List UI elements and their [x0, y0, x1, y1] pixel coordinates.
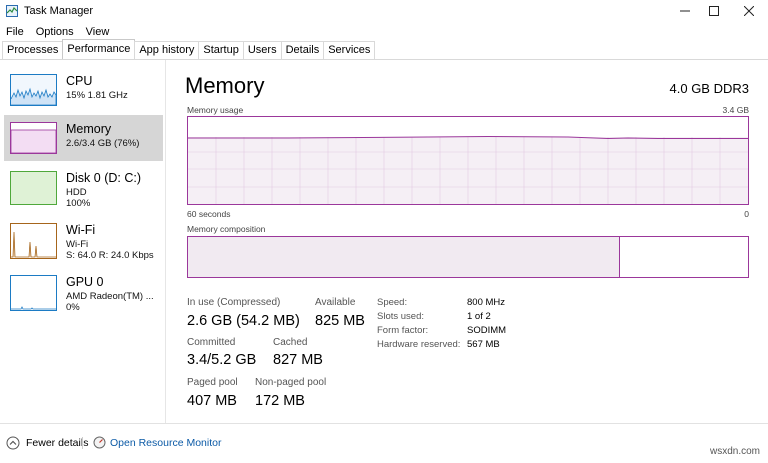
- task-manager-app-icon: [6, 5, 18, 17]
- sidebar-item-disk[interactable]: Disk 0 (D: C:) HDD 100%: [4, 167, 163, 213]
- sidebar-title: GPU 0: [66, 275, 104, 289]
- sidebar-item-gpu[interactable]: GPU 0 AMD Radeon(TM) ... 0%: [4, 271, 163, 317]
- time-axis-start: 60 seconds: [187, 209, 231, 219]
- tab-strip: Processes Performance App history Startu…: [2, 39, 376, 59]
- close-icon: [744, 6, 754, 16]
- sidebar-title: Memory: [66, 122, 112, 136]
- non-paged-pool-label: Non-paged pool: [255, 377, 327, 388]
- sidebar-title: Wi-Fi: [66, 223, 96, 237]
- form-factor-label: Form factor:: [377, 325, 429, 336]
- sidebar-item-memory[interactable]: Memory 2.6/3.4 GB (76%): [4, 115, 163, 161]
- tab-services[interactable]: Services: [323, 41, 376, 59]
- paged-pool-value: 407 MB: [187, 393, 237, 409]
- sidebar-title: CPU: [66, 74, 93, 88]
- sidebar-subtext: HDD: [66, 187, 87, 198]
- usage-graph-max: 3.4 GB: [722, 105, 749, 115]
- footer-divider: [0, 423, 768, 424]
- tab-startup[interactable]: Startup: [198, 41, 244, 59]
- speed-label: Speed:: [377, 297, 408, 308]
- sidebar-subtext: 15% 1.81 GHz: [66, 90, 128, 101]
- tab-divider: [0, 59, 768, 60]
- menu-file[interactable]: File: [0, 24, 30, 40]
- committed-label: Committed: [187, 337, 236, 348]
- hardware-reserved-value: 567 MB: [467, 339, 500, 350]
- committed-value: 3.4/5.2 GB: [187, 352, 257, 368]
- tab-processes[interactable]: Processes: [2, 41, 64, 59]
- available-label: Available: [315, 297, 356, 308]
- slots-used-value: 1 of 2: [467, 311, 491, 322]
- menu-options[interactable]: Options: [30, 24, 80, 40]
- memory-spec: 4.0 GB DDR3: [669, 81, 749, 96]
- gpu-mini-graph: [10, 275, 57, 311]
- memory-usage-graph: [187, 116, 749, 205]
- composition-in-use: [188, 237, 619, 277]
- chevron-up-icon: [6, 436, 20, 450]
- window-title: Task Manager: [24, 5, 94, 17]
- graph-free-area: [188, 117, 748, 137]
- form-factor-value: SODIMM: [467, 325, 507, 336]
- fewer-details-button[interactable]: Fewer details: [6, 436, 88, 450]
- watermark-text: wsxdn.com: [709, 446, 760, 457]
- maximize-icon: [709, 6, 719, 16]
- maximize-button[interactable]: [697, 0, 731, 22]
- sidebar-subtext: AMD Radeon(TM) ...: [66, 291, 154, 302]
- sidebar-subtext: 100%: [66, 198, 91, 209]
- sidebar-subtext: Wi-Fi: [66, 239, 89, 250]
- disk-mini-graph: [10, 171, 57, 205]
- slots-used-label: Slots used:: [377, 311, 424, 322]
- cached-value: 827 MB: [273, 352, 323, 368]
- resource-monitor-icon: [93, 436, 106, 449]
- available-value: 825 MB: [315, 313, 365, 329]
- title-bar: Task Manager: [0, 0, 768, 22]
- speed-value: 800 MHz: [467, 297, 506, 308]
- footer-separator: [82, 437, 83, 449]
- tab-details[interactable]: Details: [280, 41, 325, 59]
- memory-mini-graph: [10, 122, 57, 154]
- tab-users[interactable]: Users: [242, 41, 282, 59]
- sidebar-item-cpu[interactable]: CPU 15% 1.81 GHz: [4, 70, 163, 116]
- open-resource-monitor-link[interactable]: Open Resource Monitor: [93, 436, 221, 449]
- sidebar-divider: [165, 60, 166, 423]
- memory-composition-bar: [187, 236, 749, 278]
- sidebar-title: Disk 0 (D: C:): [66, 171, 141, 185]
- tab-performance[interactable]: Performance: [62, 39, 136, 59]
- resource-monitor-label: Open Resource Monitor: [110, 436, 222, 449]
- usage-graph-label: Memory usage: [187, 105, 244, 115]
- sidebar-subtext: 2.6/3.4 GB (76%): [66, 138, 140, 149]
- hardware-reserved-label: Hardware reserved:: [377, 339, 461, 350]
- tab-app-history[interactable]: App history: [134, 41, 200, 59]
- wifi-mini-graph: [10, 223, 57, 259]
- cached-label: Cached: [273, 337, 308, 348]
- sidebar-item-wifi[interactable]: Wi-Fi Wi-Fi S: 64.0 R: 24.0 Kbps: [4, 219, 163, 265]
- non-paged-pool-value: 172 MB: [255, 393, 305, 409]
- sidebar-subtext: S: 64.0 R: 24.0 Kbps: [66, 250, 154, 261]
- fewer-details-label: Fewer details: [26, 437, 89, 449]
- menu-view[interactable]: View: [80, 24, 116, 40]
- cpu-mini-graph: [10, 74, 57, 106]
- composition-divider: [619, 237, 620, 277]
- in-use-value: 2.6 GB (54.2 MB): [187, 313, 300, 329]
- menu-bar: File Options View: [0, 24, 115, 40]
- page-title: Memory: [185, 73, 265, 98]
- sidebar-subtext: 0%: [66, 302, 80, 313]
- paged-pool-label: Paged pool: [187, 377, 238, 388]
- time-axis-end: 0: [744, 209, 749, 219]
- minimize-icon: [680, 10, 690, 12]
- composition-label: Memory composition: [187, 224, 266, 234]
- in-use-label: In use (Compressed): [187, 297, 281, 308]
- close-button[interactable]: [732, 0, 766, 22]
